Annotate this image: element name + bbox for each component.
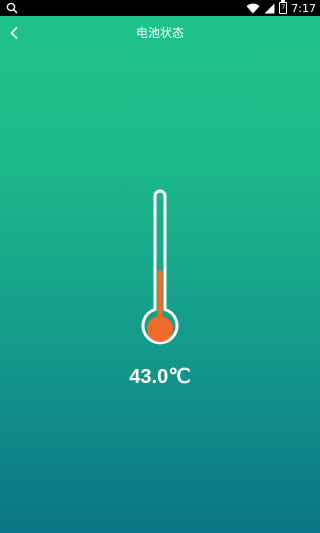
search-icon — [6, 2, 18, 14]
mercury-bulb — [147, 316, 173, 342]
page-title: 电池状态 — [135, 26, 184, 40]
temperature-value: 43.0℃ — [129, 366, 191, 388]
battery-level: 7 — [281, 4, 286, 11]
signal-icon — [264, 3, 275, 13]
status-bar: 7 7:17 — [0, 0, 320, 16]
app-bar: 电池状态 — [0, 16, 320, 50]
back-button[interactable] — [2, 20, 26, 46]
battery-icon: 7 — [279, 0, 288, 14]
status-time: 7:17 — [291, 1, 316, 15]
thermometer — [141, 189, 179, 345]
chevron-left-icon — [10, 26, 18, 40]
wifi-icon — [246, 3, 260, 13]
